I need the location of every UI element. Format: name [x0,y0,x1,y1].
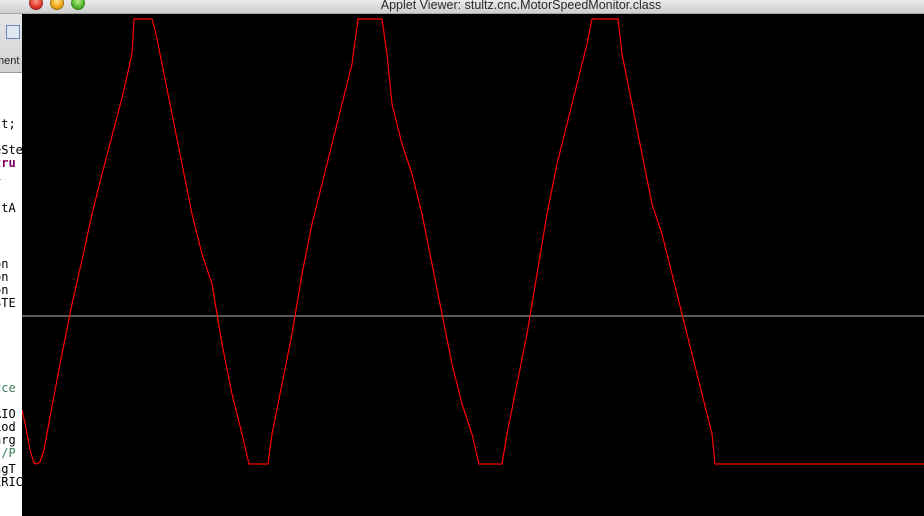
code-line: st; [0,117,16,131]
title-bar: Applet Viewer: stultz.cnc.MotorSpeedMoni… [0,0,924,14]
background-tab-label: ment [0,55,20,67]
background-editor-window[interactable]: ment st; {eStetru 1stAonononSTEcceRIOLod… [0,14,22,516]
motor-speed-monitor-canvas [22,14,924,516]
code-line: 1 [0,170,1,183]
code-line: STE [0,296,16,310]
code-line: cce [0,381,16,395]
code-line: stA [0,201,16,215]
background-editor-toolbar: ment [0,14,22,73]
code-line: ERIC [0,475,22,489]
window-title: Applet Viewer: stultz.cnc.MotorSpeedMoni… [380,0,662,12]
toolbar-icon[interactable] [6,25,20,39]
speed-plot [22,18,924,465]
code-line: tru [0,156,16,170]
speed-trace [22,18,924,465]
code-line: //P [0,446,16,460]
